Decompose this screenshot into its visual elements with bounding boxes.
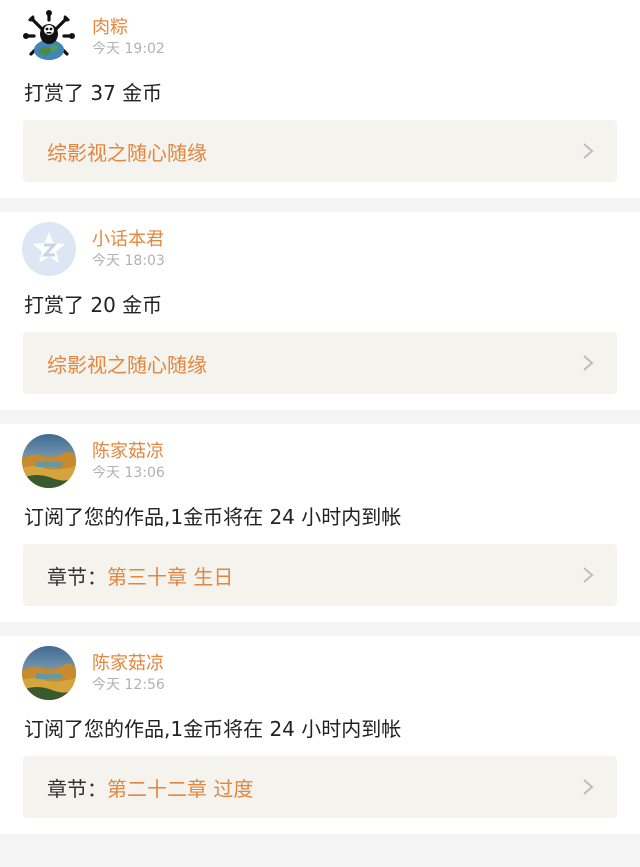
card-header: 肉粽 今天 19:02	[22, 0, 618, 74]
chapter-label: 章节：	[47, 564, 107, 589]
chevron-right-icon	[579, 778, 597, 796]
avatar[interactable]	[22, 222, 76, 276]
chevron-right-icon	[579, 142, 597, 160]
user-name[interactable]: 小话本君	[92, 229, 165, 251]
avatar[interactable]	[22, 10, 76, 64]
notification-feed: 肉粽 今天 19:02 打赏了 37 金币 综影视之随心随缘 小话本君 今天 1…	[0, 0, 640, 834]
notification-message: 订阅了您的作品,1金币将在 24 小时内到帐	[24, 717, 402, 741]
notification-card: 小话本君 今天 18:03 打赏了 20 金币 综影视之随心随缘	[0, 212, 640, 410]
chevron-right-icon	[579, 354, 597, 372]
notification-card: 陈家菇凉 今天 13:06 订阅了您的作品,1金币将在 24 小时内到帐 章节：…	[0, 424, 640, 622]
chapter-link[interactable]: 章节： 第二十二章 过度	[23, 756, 617, 818]
chapter-label: 章节：	[47, 776, 107, 801]
user-meta: 肉粽 今天 19:02	[92, 17, 165, 58]
notification-message: 打赏了 20 金币	[24, 293, 163, 317]
work-link[interactable]: 综影视之随心随缘	[23, 120, 617, 182]
chapter-title: 第二十二章 过度	[107, 776, 254, 801]
timestamp: 今天 19:02	[92, 40, 165, 57]
chapter-link[interactable]: 章节： 第三十章 生日	[23, 544, 617, 606]
chapter-title: 第三十章 生日	[107, 564, 234, 589]
timestamp: 今天 13:06	[92, 464, 165, 481]
card-header: 陈家菇凉 今天 12:56	[22, 636, 618, 710]
notification-card: 肉粽 今天 19:02 打赏了 37 金币 综影视之随心随缘	[0, 0, 640, 198]
work-title: 综影视之随心随缘	[47, 140, 207, 165]
avatar[interactable]	[22, 646, 76, 700]
notification-message: 订阅了您的作品,1金币将在 24 小时内到帐	[24, 505, 402, 529]
card-header: 陈家菇凉 今天 13:06	[22, 424, 618, 498]
work-link[interactable]: 综影视之随心随缘	[23, 332, 617, 394]
user-name[interactable]: 肉粽	[92, 17, 165, 39]
user-meta: 小话本君 今天 18:03	[92, 229, 165, 270]
user-name[interactable]: 陈家菇凉	[92, 653, 165, 675]
chevron-right-icon	[579, 566, 597, 584]
card-header: 小话本君 今天 18:03	[22, 212, 618, 286]
avatar[interactable]	[22, 434, 76, 488]
work-title: 综影视之随心随缘	[47, 352, 207, 377]
notification-card: 陈家菇凉 今天 12:56 订阅了您的作品,1金币将在 24 小时内到帐 章节：…	[0, 636, 640, 834]
timestamp: 今天 12:56	[92, 676, 165, 693]
notification-message: 打赏了 37 金币	[24, 81, 163, 105]
user-meta: 陈家菇凉 今天 12:56	[92, 653, 165, 694]
user-meta: 陈家菇凉 今天 13:06	[92, 441, 165, 482]
timestamp: 今天 18:03	[92, 252, 165, 269]
user-name[interactable]: 陈家菇凉	[92, 441, 165, 463]
